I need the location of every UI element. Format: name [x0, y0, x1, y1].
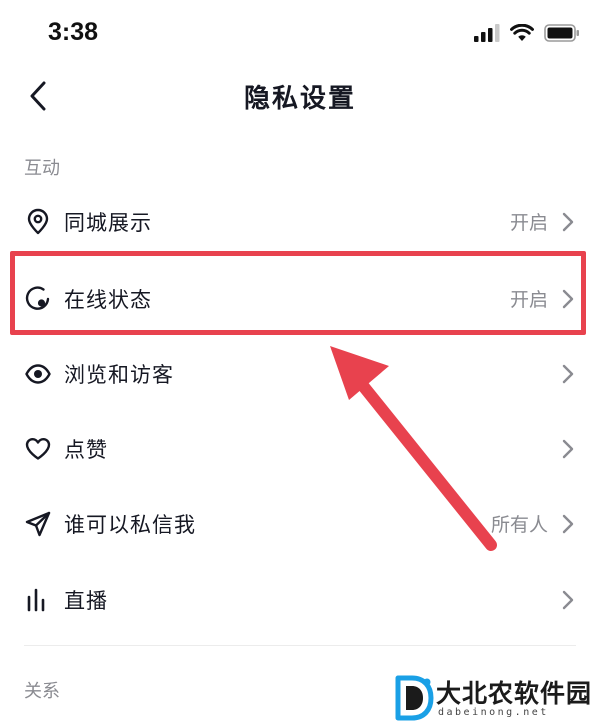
- eye-icon: [25, 364, 51, 384]
- section-divider: [24, 645, 576, 646]
- watermark-name: 大北农软件园: [436, 679, 593, 708]
- watermark-logo-icon: [395, 675, 434, 721]
- online-status-icon: [25, 286, 50, 310]
- row-value: 开启: [509, 289, 548, 311]
- status-time: 3:38: [48, 18, 99, 46]
- row-value: 所有人: [490, 514, 548, 536]
- page-title: 隐私设置: [243, 84, 356, 114]
- status-icons: [474, 24, 580, 42]
- row-label: 点赞: [64, 438, 108, 462]
- chevron-right-icon: [562, 514, 574, 534]
- row-label: 谁可以私信我: [64, 513, 196, 537]
- row-label: 直播: [64, 589, 108, 613]
- signal-icon: [474, 24, 500, 42]
- row-who-can-message[interactable]: 谁可以私信我 所有人: [0, 486, 600, 560]
- watermark: 大北农软件园 dabeinong.net: [394, 672, 600, 723]
- row-value: 开启: [509, 212, 548, 234]
- chevron-right-icon: [562, 590, 574, 610]
- send-icon: [25, 511, 51, 537]
- section-title-interaction: 互动: [24, 158, 60, 179]
- row-live[interactable]: 直播: [0, 562, 600, 636]
- wifi-icon: [510, 24, 534, 41]
- row-label: 同城展示: [64, 211, 152, 235]
- row-views-visitors[interactable]: 浏览和访客: [0, 336, 600, 410]
- chevron-right-icon: [562, 289, 574, 309]
- location-pin-icon: [27, 208, 49, 235]
- nav-bar: 隐私设置: [0, 68, 600, 126]
- live-bars-icon: [27, 588, 45, 612]
- row-nearby-display[interactable]: 同城展示 开启: [0, 184, 600, 258]
- heart-icon: [25, 438, 51, 460]
- chevron-right-icon: [562, 364, 574, 384]
- row-label: 在线状态: [64, 288, 152, 312]
- row-label: 浏览和访客: [64, 363, 174, 387]
- battery-icon: [544, 24, 579, 42]
- chevron-right-icon: [562, 439, 574, 459]
- section-title-relationship: 关系: [24, 681, 60, 702]
- row-online-status[interactable]: 在线状态 开启: [0, 261, 600, 335]
- row-likes[interactable]: 点赞: [0, 411, 600, 485]
- chevron-right-icon: [562, 212, 574, 232]
- status-bar: 3:38: [0, 0, 600, 68]
- watermark-url: dabeinong.net: [438, 707, 549, 718]
